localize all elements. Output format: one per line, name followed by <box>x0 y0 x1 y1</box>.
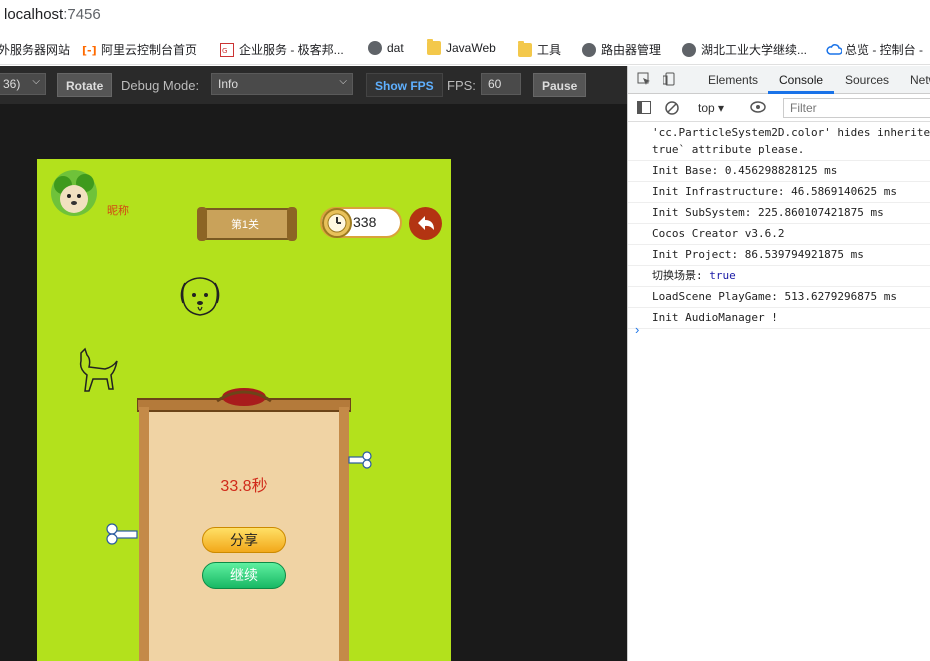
bookmark-label: 阿里云控制台首页 <box>101 43 198 57</box>
svg-text:G: G <box>222 47 227 55</box>
coin-count: 338 <box>353 214 377 230</box>
debug-mode-label: Debug Mode: <box>121 78 200 93</box>
sidebar-toggle-icon[interactable] <box>637 101 651 117</box>
bookmark-label: dat <box>387 41 404 55</box>
bookmark-item[interactable]: 工具 <box>518 40 562 58</box>
inspect-icon[interactable] <box>637 72 651 89</box>
bookmark-label: 路由器管理 <box>601 43 662 57</box>
geekbang-icon: G <box>220 42 234 57</box>
bookmark-label: 湖北工业大学继续... <box>701 43 808 57</box>
console-log-line: Init Base: 0.456298828125 ms <box>628 161 930 182</box>
cloud-icon <box>826 43 843 57</box>
live-expression-icon[interactable] <box>750 101 766 116</box>
bookmark-label: 工具 <box>537 43 562 57</box>
chevron-down-icon: ⌵ <box>32 76 40 87</box>
show-fps-button[interactable]: Show FPS <box>366 73 443 97</box>
address-bar[interactable]: localhost:7456 <box>0 0 930 33</box>
device-select[interactable]: 36) ⌵ <box>0 73 46 95</box>
devtools-tabs: Elements Console Sources Netw <box>628 66 930 94</box>
tab-console[interactable]: Console <box>779 73 823 87</box>
bookmark-item[interactable]: 总览 - 控制台 - <box>826 41 923 58</box>
clear-console-icon[interactable] <box>665 101 679 118</box>
bookmark-item[interactable]: 外服务器网站 <box>0 41 70 58</box>
dog-body-icon <box>75 347 121 402</box>
console-log-line: true` attribute please. <box>628 140 930 161</box>
rotate-button[interactable]: Rotate <box>57 73 113 97</box>
debug-mode-select[interactable]: Info ⌵ <box>211 73 353 95</box>
console-toolbar: top ▾ Filter <box>628 94 930 122</box>
console-log-text: 切换场景: <box>652 269 710 282</box>
globe-icon <box>368 41 382 55</box>
bookmark-item[interactable]: 湖北工业大学继续... <box>682 41 807 58</box>
bookmark-label: 总览 - 控制台 - <box>845 43 923 57</box>
console-log-line: LoadScene PlayGame: 513.6279296875 ms <box>628 287 930 308</box>
chevron-down-icon: ▾ <box>718 101 725 115</box>
bone-icon <box>105 521 141 552</box>
elapsed-time: 33.8秒 <box>220 478 268 495</box>
game-preview: 36) ⌵ Rotate Debug Mode: Info ⌵ Show FPS… <box>0 66 627 661</box>
console-log-line: Init Infrastructure: 46.5869140625 ms <box>628 182 930 203</box>
bookmark-item[interactable]: G 企业服务 - 极客邦... <box>220 41 344 58</box>
console-log-line: Init AudioManager ! <box>628 308 930 329</box>
bookmarks-bar: 外服务器网站 [-] 阿里云控制台首页 G 企业服务 - 极客邦... dat … <box>0 33 930 65</box>
bookmark-label: 外服务器网站 <box>0 43 71 57</box>
continue-button[interactable]: 继续 <box>202 562 286 589</box>
folder-icon <box>518 40 532 57</box>
pause-button[interactable]: Pause <box>533 73 587 97</box>
context-select[interactable]: top ▾ <box>698 101 724 115</box>
dog-head-icon <box>177 273 223 326</box>
avatar <box>47 167 101 223</box>
tab-elements[interactable]: Elements <box>708 73 758 87</box>
console-log-line: Cocos Creator v3.6.2 <box>628 224 930 245</box>
url-text[interactable]: localhost:7456 <box>4 6 101 23</box>
bookmark-item[interactable]: dat <box>368 41 404 55</box>
globe-icon <box>582 42 596 57</box>
result-panel <box>136 387 352 661</box>
url-host: localhost <box>4 6 64 23</box>
folder-icon <box>427 39 441 55</box>
clock-icon <box>321 207 353 239</box>
globe-icon <box>682 42 696 57</box>
bookmark-label: 企业服务 - 极客邦... <box>239 43 344 57</box>
console-output: 'cc.ParticleSystem2D.color' hides inheri… <box>628 123 930 329</box>
share-button[interactable]: 分享 <box>202 527 286 553</box>
game-canvas[interactable]: 昵称 第1关 338 33.8秒 分享 继续 <box>37 159 451 661</box>
chevron-down-icon: ⌵ <box>339 76 347 87</box>
device-toolbar-icon[interactable] <box>662 72 677 89</box>
tab-network[interactable]: Netw <box>910 73 930 87</box>
console-prompt-icon[interactable]: › <box>635 322 639 337</box>
device-value: 36) <box>3 77 21 91</box>
console-log-line: 切换场景: true <box>628 266 930 287</box>
aliyun-icon: [-] <box>82 43 97 57</box>
level-label: 第1关 <box>230 219 260 231</box>
console-filter-input[interactable]: Filter <box>783 98 930 118</box>
console-log-line: Init Project: 86.539794921875 ms <box>628 245 930 266</box>
devtools-panel: Elements Console Sources Netw top ▾ Filt… <box>627 66 930 661</box>
console-log-value: true <box>709 269 736 282</box>
svg-text:[-]: [-] <box>82 44 97 57</box>
tab-sources[interactable]: Sources <box>845 73 889 87</box>
back-arrow-icon <box>418 216 434 230</box>
bookmark-item[interactable]: [-] 阿里云控制台首页 <box>82 41 197 58</box>
console-log-line: Init SubSystem: 225.860107421875 ms <box>628 203 930 224</box>
debug-mode-value: Info <box>218 77 239 91</box>
bookmark-item[interactable]: 路由器管理 <box>582 41 661 58</box>
back-button[interactable] <box>409 207 442 240</box>
bookmark-label: JavaWeb <box>446 41 496 55</box>
bookmark-item[interactable]: JavaWeb <box>427 39 496 55</box>
fps-input[interactable]: 60 <box>481 73 521 95</box>
url-port: :7456 <box>63 6 101 23</box>
nickname-label: 昵称 <box>107 205 129 217</box>
context-value: top <box>698 101 715 115</box>
fps-label: FPS: <box>447 78 476 93</box>
console-log-line: 'cc.ParticleSystem2D.color' hides inheri… <box>652 126 930 139</box>
preview-toolbar: 36) ⌵ Rotate Debug Mode: Info ⌵ Show FPS… <box>0 66 627 104</box>
